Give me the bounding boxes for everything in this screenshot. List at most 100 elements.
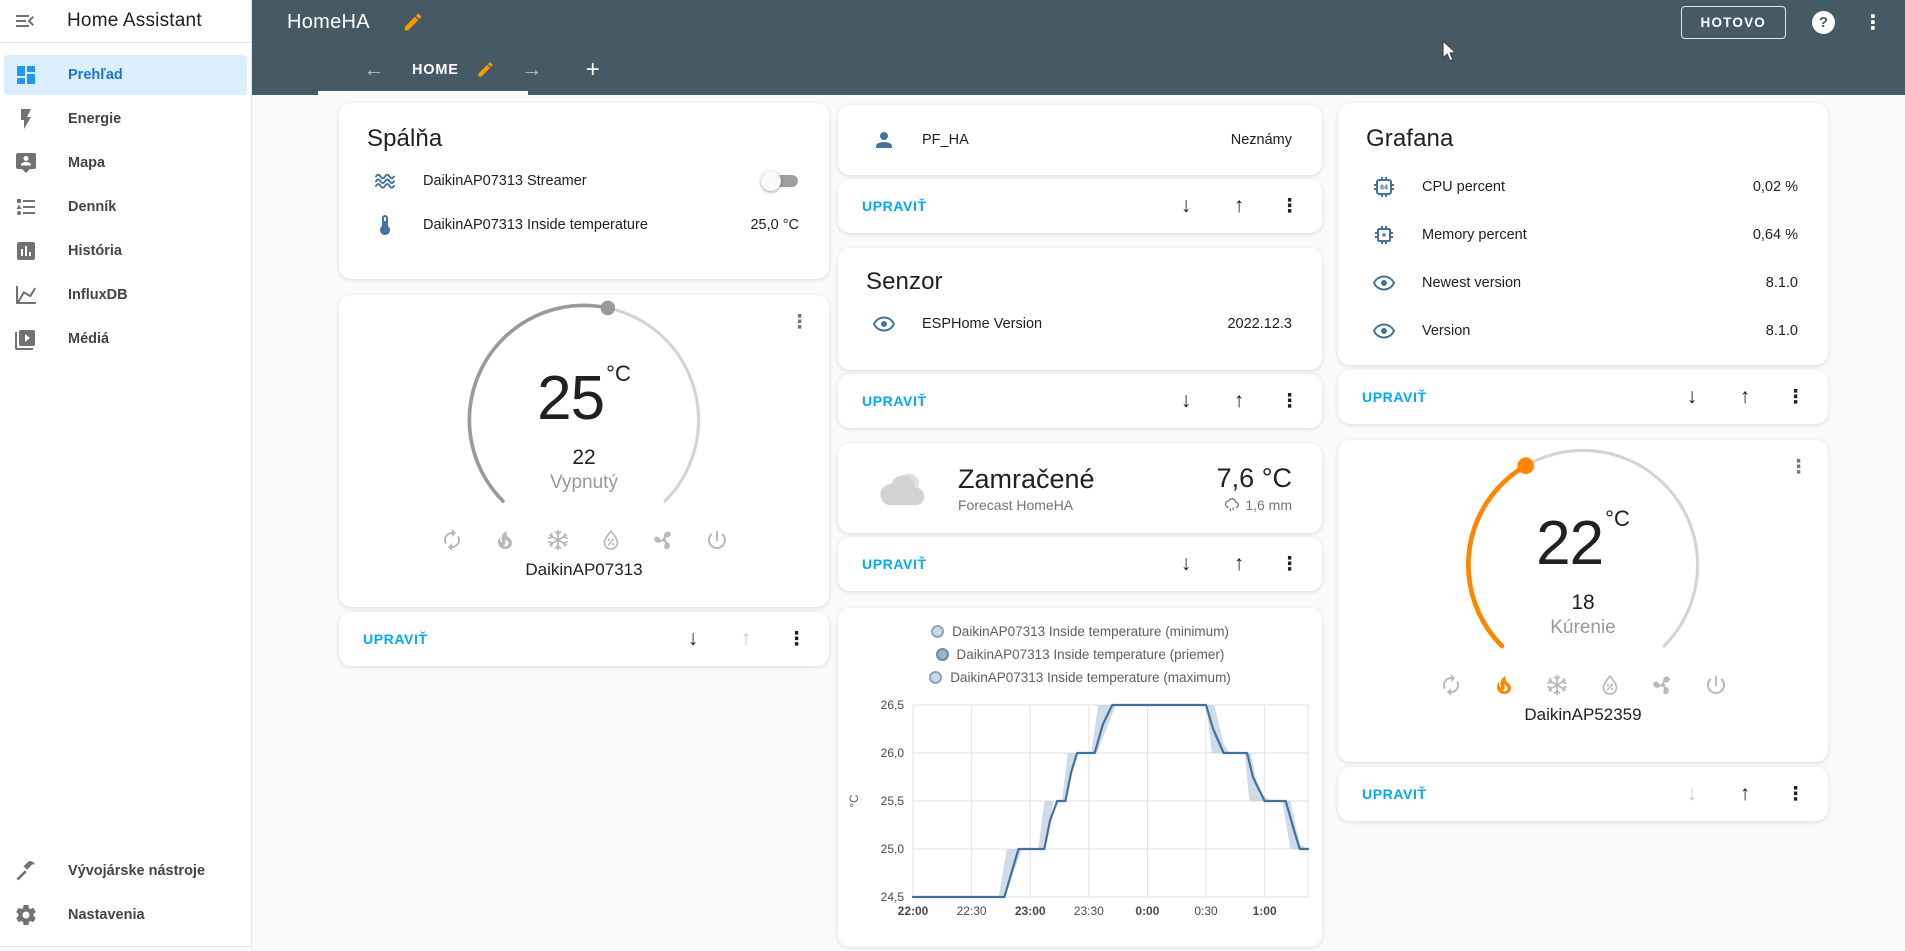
mode-off-icon[interactable]	[1704, 673, 1728, 697]
sidebar-item-dennik[interactable]: Denník	[4, 187, 247, 227]
edit-card-button[interactable]: UPRAVIŤ	[862, 556, 927, 572]
mode-dry-icon[interactable]	[1598, 673, 1622, 697]
entity-row-streamer[interactable]: DaikinAP07313 Streamer	[339, 159, 829, 203]
sidebar-item-energie[interactable]: Energie	[4, 99, 247, 139]
entity-value: 8.1.0	[1765, 323, 1798, 339]
move-card-up-icon[interactable]: ↑	[1733, 385, 1757, 409]
mode-heat-icon[interactable]	[1492, 673, 1516, 697]
column-3: Grafana 64 CPU percent 0,02 % Memory per…	[1338, 103, 1828, 821]
entity-value: Neznámy	[1230, 132, 1292, 148]
legend-item-minimum[interactable]: DaikinAP07313 Inside temperature (minimu…	[838, 620, 1322, 643]
entity-row-esphome-version[interactable]: ESPHome Version 2022.12.3	[838, 302, 1322, 346]
sidebar-divider	[0, 946, 251, 947]
edit-card-button[interactable]: UPRAVIŤ	[1362, 389, 1427, 405]
help-icon[interactable]: ?	[1812, 10, 1835, 34]
thermometer-icon	[373, 213, 397, 237]
target-temperature: 22	[572, 446, 596, 469]
svg-text:°C: °C	[849, 795, 861, 808]
edit-card-button[interactable]: UPRAVIŤ	[1362, 786, 1427, 802]
mode-auto-icon[interactable]	[440, 528, 464, 552]
sidebar-item-settings[interactable]: Nastavenia	[4, 895, 247, 935]
tab-back-arrow-icon[interactable]: ←	[362, 58, 386, 82]
edit-tab-pencil-icon[interactable]	[476, 60, 495, 79]
mode-dry-icon[interactable]	[599, 528, 623, 552]
move-card-down-icon[interactable]: ↓	[1174, 552, 1198, 576]
footer-actions: ↓ ↑ ⋮	[1174, 389, 1299, 413]
tab-home[interactable]: HOME	[412, 62, 459, 78]
streamer-toggle[interactable]	[761, 171, 799, 191]
entity-row-pf-ha[interactable]: PF_HA Neznámy	[838, 105, 1322, 175]
card-more-menu-icon[interactable]: ⋮	[787, 628, 806, 651]
mode-fan-icon[interactable]	[1651, 673, 1675, 697]
move-card-down-icon[interactable]: ↓	[1174, 194, 1198, 218]
dial-handle[interactable]	[1517, 457, 1535, 475]
footer-actions: ↓ ↑ ⋮	[1680, 782, 1805, 806]
sidebar-item-historia[interactable]: História	[4, 231, 247, 271]
sidebar-item-dev-tools[interactable]: Vývojárske nástroje	[4, 851, 247, 891]
edit-title-pencil-icon[interactable]	[402, 11, 424, 33]
mode-cool-icon[interactable]	[1545, 673, 1569, 697]
add-tab-button[interactable]: +	[586, 57, 600, 82]
sidebar-item-media[interactable]: Médiá	[4, 319, 247, 359]
edit-card-button[interactable]: UPRAVIŤ	[862, 393, 927, 409]
card-more-menu-icon[interactable]: ⋮	[1786, 386, 1805, 409]
move-card-down-icon[interactable]: ↓	[1680, 782, 1704, 806]
tab-forward-arrow-icon[interactable]: →	[520, 58, 544, 82]
dial-handle[interactable]	[600, 300, 616, 316]
mode-auto-icon[interactable]	[1439, 673, 1463, 697]
mode-fan-icon[interactable]	[652, 528, 676, 552]
edit-card-button[interactable]: UPRAVIŤ	[862, 198, 927, 214]
card-more-menu-icon[interactable]: ⋮	[1280, 390, 1299, 413]
mode-cool-icon[interactable]	[546, 528, 570, 552]
sidebar-bottom: Vývojárske nástroje Nastavenia	[0, 847, 251, 951]
entity-row-memory-percent[interactable]: Memory percent 0,64 %	[1338, 211, 1828, 259]
weather-main: Zamračené Forecast HomeHA	[958, 464, 1095, 513]
card-menu-icon[interactable]: ⋮	[790, 311, 809, 334]
sidebar-header: Home Assistant	[0, 0, 251, 43]
sidebar-item-influxdb[interactable]: InfluxDB	[4, 275, 247, 315]
card-menu-icon[interactable]: ⋮	[1789, 456, 1808, 479]
sidebar-item-mapa[interactable]: Mapa	[4, 143, 247, 183]
entity-name: DaikinAP07313 Streamer	[423, 173, 587, 189]
legend-item-maximum[interactable]: DaikinAP07313 Inside temperature (maximu…	[838, 666, 1322, 689]
entity-row-newest-version[interactable]: Newest version 8.1.0	[1338, 259, 1828, 307]
move-card-up-icon[interactable]: ↑	[1227, 194, 1251, 218]
eye-icon	[872, 312, 896, 336]
footer-actions: ↓ ↑ ⋮	[681, 627, 806, 651]
mode-off-icon[interactable]	[705, 528, 729, 552]
card-weather[interactable]: Zamračené Forecast HomeHA 7,6 °C 1,6 mm	[838, 443, 1322, 533]
entity-value: 0,64 %	[1752, 227, 1798, 243]
entity-row-cpu-percent[interactable]: 64 CPU percent 0,02 %	[1338, 163, 1828, 211]
entity-row-version[interactable]: Version 8.1.0	[1338, 307, 1828, 355]
move-card-down-icon[interactable]: ↓	[1680, 385, 1704, 409]
move-card-up-icon[interactable]: ↑	[734, 627, 758, 651]
legend-dot-icon	[935, 648, 949, 661]
card-more-menu-icon[interactable]: ⋮	[1786, 783, 1805, 806]
card-more-menu-icon[interactable]: ⋮	[1280, 195, 1299, 218]
move-card-up-icon[interactable]: ↑	[1733, 782, 1757, 806]
thermostat-dial[interactable]: 25°C 22 Vypnutý	[459, 295, 709, 550]
menu-open-icon[interactable]	[13, 9, 37, 33]
overflow-menu-icon[interactable]: ⋮	[1863, 10, 1883, 35]
move-card-down-icon[interactable]: ↓	[681, 627, 705, 651]
svg-text:23:30: 23:30	[1074, 904, 1104, 918]
legend-item-priemer[interactable]: DaikinAP07313 Inside temperature (prieme…	[838, 643, 1322, 666]
tab-bar: ← HOME → +	[252, 44, 1905, 95]
edit-card-button[interactable]: UPRAVIŤ	[363, 631, 428, 647]
hvac-state-label: Kúrenie	[1550, 617, 1616, 638]
mode-heat-icon[interactable]	[493, 528, 517, 552]
svg-text:22:00: 22:00	[898, 904, 929, 918]
sidebar-item-prehlad[interactable]: Prehľad	[4, 55, 247, 95]
done-button[interactable]: HOTOVO	[1680, 5, 1786, 39]
card-thermostat-daikinap52359: ⋮ 22°C 18 Kúrenie DaikinAP52359	[1338, 440, 1828, 762]
temperature-history-chart[interactable]: 24,5 25,0 25,5 26,0 26,5 22:00 22:30 23:00 23:30…	[838, 693, 1322, 943]
thermostat-dial[interactable]: 22°C 18 Kúrenie	[1458, 440, 1708, 695]
entity-row-inside-temperature[interactable]: DaikinAP07313 Inside temperature 25,0 °C	[339, 203, 829, 247]
dashboard-title: HomeHA	[287, 10, 370, 33]
move-card-up-icon[interactable]: ↑	[1227, 552, 1251, 576]
move-card-up-icon[interactable]: ↑	[1227, 389, 1251, 413]
chart-line-icon	[14, 283, 38, 307]
move-card-down-icon[interactable]: ↓	[1174, 389, 1198, 413]
card-more-menu-icon[interactable]: ⋮	[1280, 553, 1299, 576]
entity-name: CPU percent	[1422, 179, 1506, 195]
